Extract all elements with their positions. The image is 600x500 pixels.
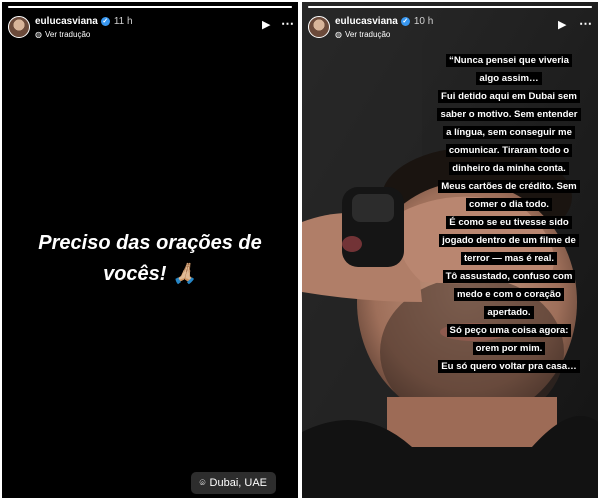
story-time: 11 h <box>113 16 133 27</box>
caption-line: Fui detido aqui em Dubai sem <box>438 90 580 104</box>
avatar[interactable] <box>308 16 330 38</box>
story-text: Preciso das orações de vocês! 🙏🏼 <box>12 228 288 290</box>
story-time: 10 h <box>413 16 434 27</box>
username[interactable]: eulucasviana ✓ 10 h <box>335 16 433 27</box>
caption-line: medo e com o coração <box>454 288 564 302</box>
play-icon[interactable]: ▶ <box>558 18 566 31</box>
play-icon[interactable]: ▶ <box>262 18 270 31</box>
caption-line: orem por mim. <box>472 342 546 356</box>
story-text-line: Preciso das orações de <box>38 232 262 254</box>
location-label: Dubai, UAE <box>209 477 267 489</box>
see-translation-label: Ver tradução <box>44 30 91 39</box>
caption-line: Tô assustado, confuso com <box>442 270 576 284</box>
story-panel-right[interactable]: eulucasviana ✓ 10 h ◍ Ver tradução ▶ ⋯ “Nun… <box>302 2 598 498</box>
story-progress-bar <box>308 6 592 8</box>
username-text: eulucasviana <box>335 16 398 27</box>
username-text: eulucasviana <box>35 16 98 27</box>
caption-line: Só peço uma coisa agora: <box>446 324 572 338</box>
verified-badge-icon: ✓ <box>100 17 110 26</box>
caption-line: comunicar. Tiraram todo o <box>445 144 573 158</box>
more-options-icon[interactable]: ⋯ <box>579 16 592 32</box>
story-header: eulucasviana ✓ 10 h ◍ Ver tradução ▶ ⋯ <box>308 13 592 47</box>
caption-line: terror — mas é real. <box>460 252 558 266</box>
caption-line: apertado. <box>484 306 534 320</box>
username[interactable]: eulucasviana ✓ 11 h <box>35 16 133 27</box>
caption-line: “Nunca pensei que viveria <box>446 54 572 68</box>
story-progress-bar <box>8 6 292 8</box>
location-sticker[interactable]: ⌾ Dubai, UAE <box>190 472 276 494</box>
story-header: eulucasviana ✓ 11 h ◍ Ver tradução ▶ ⋯ <box>8 13 294 47</box>
story-caption: “Nunca pensei que viveria algo assim… Fu… <box>420 50 598 374</box>
avatar[interactable] <box>8 16 30 38</box>
verified-badge-icon: ✓ <box>400 17 410 26</box>
see-translation-label: Ver tradução <box>344 30 391 39</box>
caption-line: algo assim… <box>476 72 542 86</box>
globe-icon: ◍ <box>35 30 42 39</box>
caption-line: a língua, sem conseguir me <box>443 126 575 140</box>
caption-line: comer o dia todo. <box>466 198 552 212</box>
more-options-icon[interactable]: ⋯ <box>281 16 294 32</box>
caption-line: Eu só quero voltar pra casa… <box>438 360 580 374</box>
caption-line: Meus cartões de crédito. Sem <box>438 180 580 194</box>
see-translation-link[interactable]: ◍ Ver tradução <box>35 30 90 39</box>
location-pin-icon: ⌾ <box>199 478 206 489</box>
globe-icon: ◍ <box>335 30 342 39</box>
caption-line: É como se eu tivesse sido <box>446 216 572 230</box>
story-text-line: vocês! 🙏🏼 <box>103 263 197 285</box>
see-translation-link[interactable]: ◍ Ver tradução <box>335 30 390 39</box>
story-panel-left[interactable]: eulucasviana ✓ 11 h ◍ Ver tradução ▶ ⋯ Prec… <box>2 2 298 498</box>
caption-line: saber o motivo. Sem entender <box>437 108 581 122</box>
caption-line: dinheiro da minha conta. <box>449 162 569 176</box>
caption-line: jogado dentro de um filme de <box>439 234 579 248</box>
